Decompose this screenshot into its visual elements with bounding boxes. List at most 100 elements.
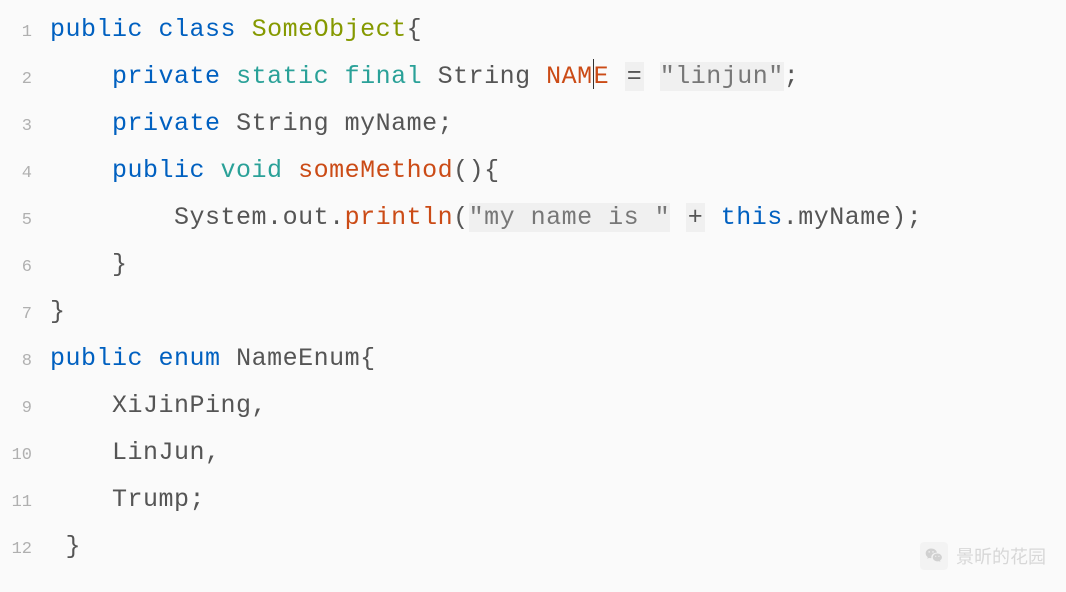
token: { — [407, 15, 423, 44]
token — [50, 485, 112, 514]
token — [143, 15, 159, 44]
line-number: 9 — [0, 385, 50, 432]
watermark-text: 景昕的花园 — [956, 543, 1046, 569]
code-line[interactable]: 5 System.out.println("my name is " + thi… — [0, 194, 1066, 241]
token — [644, 62, 660, 91]
token: myName — [798, 203, 891, 232]
code-line[interactable]: 1public class SomeObject{ — [0, 6, 1066, 53]
code-line[interactable]: 9 XiJinPing, — [0, 382, 1066, 429]
token — [50, 203, 174, 232]
token: String — [236, 109, 329, 138]
code-line[interactable]: 11 Trump; — [0, 476, 1066, 523]
line-number: 4 — [0, 150, 50, 197]
token — [236, 15, 252, 44]
token: = — [625, 62, 645, 91]
token — [221, 344, 237, 373]
token: ; — [784, 62, 800, 91]
token: public — [112, 156, 205, 185]
token: . — [267, 203, 283, 232]
token — [143, 344, 159, 373]
line-number: 2 — [0, 56, 50, 103]
line-number: 5 — [0, 197, 50, 244]
token: class — [159, 15, 237, 44]
token: , — [205, 438, 221, 467]
code-content[interactable]: LinJun, — [50, 429, 221, 476]
code-line[interactable]: 12 } — [0, 523, 1066, 570]
token: SomeObject — [252, 15, 407, 44]
text-cursor — [593, 59, 594, 89]
code-line[interactable]: 4 public void someMethod(){ — [0, 147, 1066, 194]
code-content[interactable]: } — [50, 241, 128, 288]
code-line[interactable]: 8public enum NameEnum{ — [0, 335, 1066, 382]
code-content[interactable]: System.out.println("my name is " + this.… — [50, 194, 922, 241]
line-number: 6 — [0, 244, 50, 291]
code-line[interactable]: 7} — [0, 288, 1066, 335]
token: . — [783, 203, 799, 232]
token — [329, 109, 345, 138]
line-number: 11 — [0, 479, 50, 526]
token: static — [236, 62, 329, 91]
code-editor[interactable]: 1public class SomeObject{2 private stati… — [0, 0, 1066, 576]
token: someMethod — [298, 156, 453, 185]
line-number: 1 — [0, 9, 50, 56]
code-content[interactable]: XiJinPing, — [50, 382, 267, 429]
token — [283, 156, 299, 185]
token: } — [50, 297, 66, 326]
token — [50, 62, 112, 91]
line-number: 12 — [0, 526, 50, 573]
token: . — [329, 203, 345, 232]
token — [670, 203, 686, 232]
token — [50, 438, 112, 467]
token — [531, 62, 547, 91]
token: "my name is " — [469, 203, 671, 232]
token: String — [438, 62, 531, 91]
code-content[interactable]: } — [50, 288, 66, 335]
token: println — [345, 203, 454, 232]
code-line[interactable]: 10 LinJun, — [0, 429, 1066, 476]
token: NAM — [546, 62, 593, 91]
token: ( — [453, 203, 469, 232]
token: enum — [159, 344, 221, 373]
code-content[interactable]: public enum NameEnum{ — [50, 335, 376, 382]
token: ; — [190, 485, 206, 514]
token: ); — [891, 203, 922, 232]
code-content[interactable]: private String myName; — [50, 100, 453, 147]
token: (){ — [453, 156, 500, 185]
token: private — [112, 109, 221, 138]
token: "linjun" — [660, 62, 784, 91]
token: System — [174, 203, 267, 232]
token — [329, 62, 345, 91]
code-line[interactable]: 3 private String myName; — [0, 100, 1066, 147]
code-content[interactable]: public void someMethod(){ — [50, 147, 500, 194]
line-number: 3 — [0, 103, 50, 150]
token: myName — [345, 109, 438, 138]
code-line[interactable]: 2 private static final String NAME = "li… — [0, 53, 1066, 100]
token — [205, 156, 221, 185]
code-content[interactable]: private static final String NAME = "linj… — [50, 53, 799, 100]
line-number: 7 — [0, 291, 50, 338]
token: } — [50, 250, 128, 279]
token: XiJinPing — [112, 391, 252, 420]
token — [50, 156, 112, 185]
wechat-icon — [920, 542, 948, 570]
token: this — [721, 203, 783, 232]
token — [50, 391, 112, 420]
token: , — [252, 391, 268, 420]
token: out — [283, 203, 330, 232]
token: } — [50, 532, 81, 561]
token — [422, 62, 438, 91]
token: private — [112, 62, 221, 91]
token — [609, 62, 625, 91]
token: void — [221, 156, 283, 185]
code-line[interactable]: 6 } — [0, 241, 1066, 288]
token: { — [360, 344, 376, 373]
watermark: 景昕的花园 — [920, 542, 1046, 570]
code-content[interactable]: } — [50, 523, 81, 570]
token: Trump — [112, 485, 190, 514]
code-content[interactable]: public class SomeObject{ — [50, 6, 422, 53]
line-number: 10 — [0, 432, 50, 479]
token — [705, 203, 721, 232]
code-content[interactable]: Trump; — [50, 476, 205, 523]
line-number: 8 — [0, 338, 50, 385]
token: LinJun — [112, 438, 205, 467]
